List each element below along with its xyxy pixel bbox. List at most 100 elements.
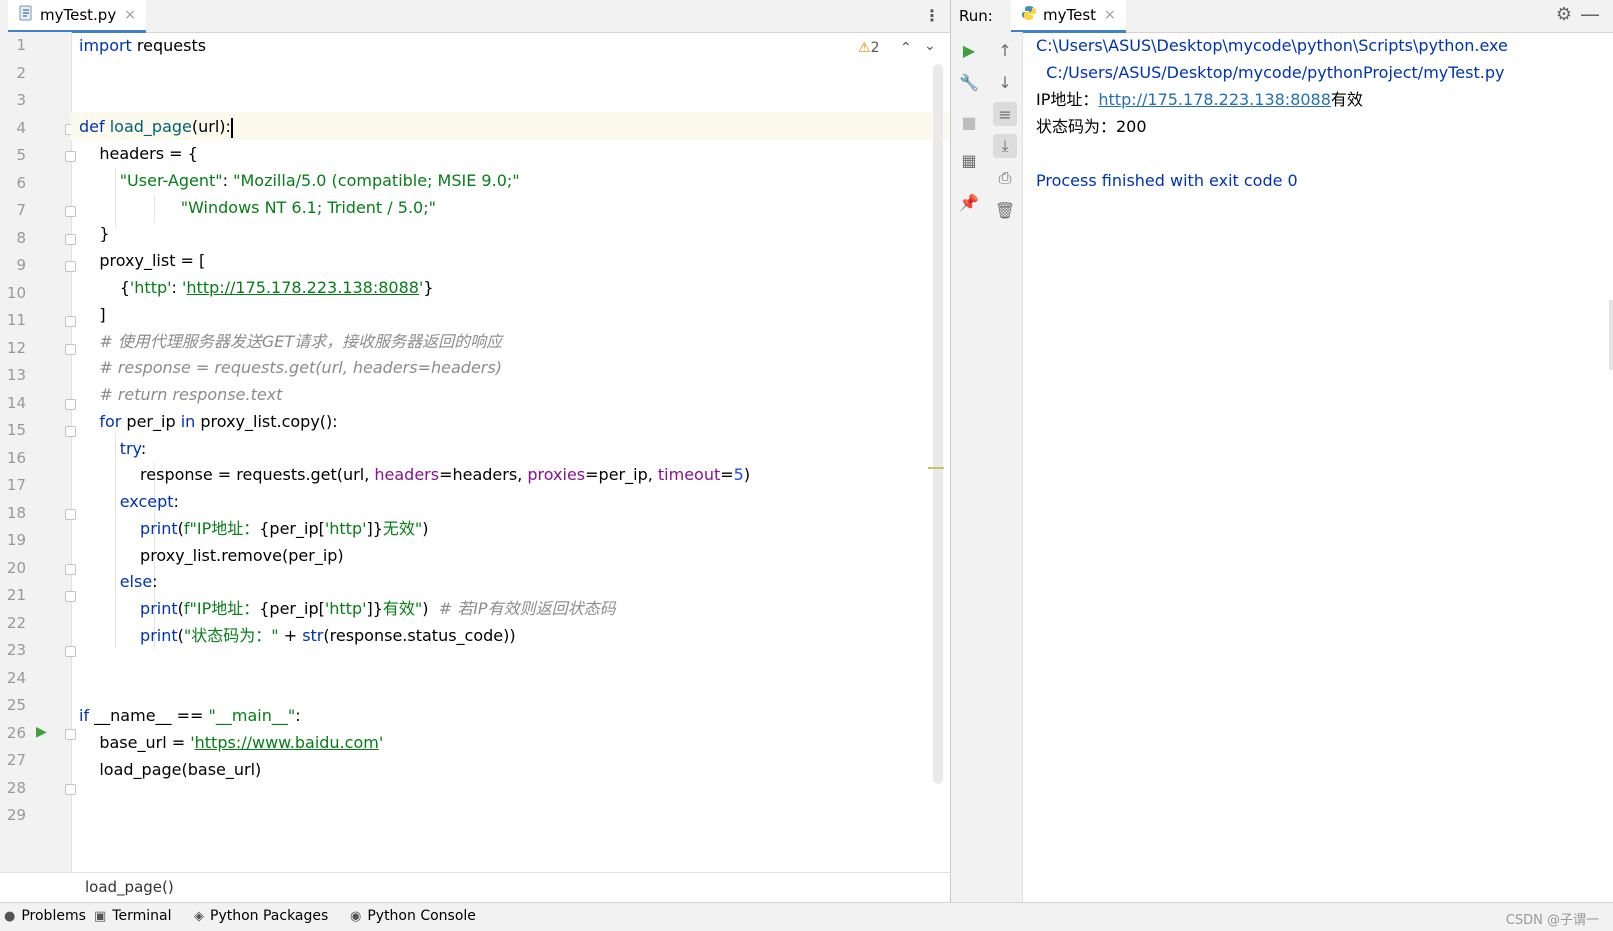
editor-scrollbar[interactable] (933, 64, 943, 784)
line-number: 8 (16, 228, 26, 247)
run-panel: Run: myTest × ⚙ — ▶ 🔧 ■ ▦ 📌 ↑ ↓ ≡ ⤓ ⎙ 🗑 … (950, 0, 1613, 902)
stop-icon[interactable]: ■ (957, 110, 981, 134)
fold-icon[interactable] (65, 728, 76, 740)
editor-tab-bar: myTest.py × ⋮ (0, 0, 950, 33)
fold-icon[interactable] (65, 646, 76, 657)
fold-icon[interactable] (65, 563, 76, 575)
line-number: 5 (16, 146, 26, 164)
inspection-widget[interactable]: ⚠2 (858, 40, 879, 56)
line-number: 4 (16, 118, 26, 137)
line-number: 2 (16, 63, 26, 82)
packages-icon: ◈ (194, 908, 204, 924)
python-console-tab[interactable]: ◉ Python Console (350, 908, 476, 924)
chevron-up-icon[interactable]: ⌃ (900, 40, 912, 56)
line-number: 11 (6, 311, 26, 329)
wrench-icon[interactable]: 🔧 (957, 70, 981, 94)
run-header: Run: myTest × ⚙ — (951, 0, 1613, 33)
line-number: 13 (6, 366, 26, 384)
python-packages-tab[interactable]: ◈ Python Packages (194, 908, 328, 924)
console-scrollbar[interactable] (1609, 300, 1613, 370)
code-area[interactable]: import requests def load_page(url): head… (79, 32, 939, 872)
fold-icon[interactable] (65, 206, 76, 217)
output-link[interactable]: http://175.178.223.138:8088 (1098, 90, 1331, 109)
pin-icon[interactable]: 📌 (957, 190, 981, 214)
run-label: Run: (959, 7, 993, 25)
line-number: 19 (6, 531, 26, 549)
code-line: print(f"IP地址：{per_ip['http']}无效") (140, 519, 429, 538)
fold-icon[interactable] (65, 398, 76, 410)
tab-mytest-py[interactable]: myTest.py × (8, 0, 146, 33)
line-number: 10 (6, 283, 26, 302)
console-line: IP地址：http://175.178.223.138:8088有效 (1036, 90, 1363, 109)
rerun-icon[interactable]: ▶ (957, 38, 981, 62)
python-file-icon (18, 5, 34, 25)
code-line: try: (119, 439, 147, 458)
line-number: 16 (6, 448, 26, 467)
code-line: proxy_list.remove(per_ip) (79, 546, 344, 565)
fold-icon[interactable] (65, 426, 76, 437)
line-number: 24 (6, 668, 26, 687)
line-number: 21 (6, 586, 26, 604)
fold-icon[interactable] (65, 508, 76, 520)
scroll-to-end-icon[interactable]: ⤓ (993, 134, 1017, 158)
print-icon[interactable]: ⎙ (993, 166, 1017, 190)
code-line: else: (119, 572, 158, 591)
fold-icon[interactable] (65, 151, 76, 162)
line-number: 12 (6, 338, 26, 357)
code-line: base_url = 'https://www.baidu.com' (79, 733, 384, 752)
line-number: 20 (6, 558, 26, 577)
fold-icon[interactable] (65, 783, 76, 795)
arrow-down-icon[interactable]: ↓ (993, 70, 1017, 94)
code-line: except: (119, 492, 179, 511)
gear-icon[interactable]: ⚙ (1556, 4, 1572, 25)
python-console-icon: ◉ (350, 908, 362, 924)
layout-icon[interactable]: ▦ (957, 148, 981, 172)
chevron-down-icon[interactable]: ⌄ (924, 38, 936, 54)
line-number: 3 (16, 91, 26, 109)
line-number: 7 (16, 201, 26, 219)
soft-wrap-icon[interactable]: ≡ (993, 102, 1017, 126)
line-number: 18 (6, 503, 26, 522)
fold-icon[interactable] (65, 316, 76, 327)
code-line: import requests (79, 36, 207, 55)
tab-label: myTest.py (40, 6, 117, 24)
minimize-icon[interactable]: — (1580, 2, 1600, 26)
line-number: 22 (6, 613, 26, 632)
fold-icon[interactable] (65, 233, 76, 245)
code-line: } (79, 224, 110, 243)
url-link[interactable]: https://www.baidu.com (195, 733, 379, 752)
run-tab-label: myTest (1043, 6, 1097, 24)
fold-icon[interactable] (65, 261, 76, 272)
console-line: 状态码为：200 (1036, 117, 1147, 136)
arrow-up-icon[interactable]: ↑ (993, 38, 1017, 62)
text-cursor (230, 117, 233, 138)
line-number: 14 (6, 393, 26, 412)
code-line: print(f"IP地址：{per_ip['http']}有效") # 若IP有… (140, 599, 616, 618)
console-output[interactable]: C:\Users\ASUS\Desktop\mycode\python\Scri… (1036, 32, 1606, 872)
trash-icon[interactable]: 🗑 (993, 198, 1017, 222)
python-icon (1021, 5, 1037, 25)
code-line: for per_ip in proxy_list.copy(): (99, 412, 338, 431)
breadcrumb: load_page() (0, 872, 950, 903)
code-line: print("状态码为：" + str(response.status_code… (140, 626, 516, 645)
console-line: C:\Users\ASUS\Desktop\mycode\python\Scri… (1036, 36, 1508, 55)
line-number-gutter: 1 2 3 4 5 6 7 8 9 10 11 12 13 14 15 16 17 18 19 20 21 22 23 24 2… (0, 32, 76, 872)
breadcrumb-item[interactable]: load_page() (85, 878, 174, 896)
terminal-icon: ▣ (94, 908, 107, 924)
more-options-icon[interactable]: ⋮ (924, 6, 940, 25)
code-line: ] (79, 305, 106, 324)
tab-mytest-run[interactable]: myTest × (1011, 0, 1126, 33)
fold-icon[interactable] (65, 343, 76, 355)
fold-icon[interactable] (65, 591, 76, 602)
problems-tab[interactable]: ● Problems (4, 908, 86, 924)
line-number: 17 (6, 476, 26, 494)
console-line: Process finished with exit code 0 (1036, 171, 1298, 190)
url-link[interactable]: http://175.178.223.138:8088 (186, 278, 419, 297)
code-line: if __name__ == "__main__": (79, 706, 301, 725)
run-gutter-icon[interactable]: ▶ (36, 724, 47, 740)
code-line: {'http': 'http://175.178.223.138:8088'} (79, 278, 434, 297)
code-line: response = requests.get(url, headers=hea… (79, 465, 751, 484)
close-icon[interactable]: × (1104, 7, 1116, 23)
close-icon[interactable]: × (124, 7, 136, 23)
terminal-tab[interactable]: ▣ Terminal (94, 908, 171, 924)
